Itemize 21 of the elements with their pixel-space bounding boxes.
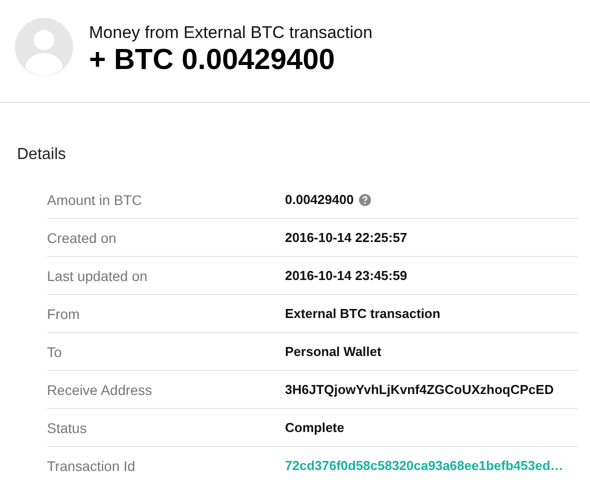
detail-label: Status (47, 420, 88, 436)
detail-value: Personal Wallet (285, 344, 382, 359)
avatar-icon (15, 18, 73, 76)
detail-value: Complete (285, 420, 344, 435)
detail-value: 2016-10-14 22:25:57 (285, 230, 408, 245)
detail-label: Amount in BTC (47, 192, 143, 208)
help-icon[interactable] (358, 194, 371, 206)
detail-label: Last updated on (47, 268, 148, 284)
detail-label: Transaction Id (47, 458, 136, 474)
detail-value: 3H6JTQjowYvhLjKvnf4ZGCoUXzhoqCPcED (285, 382, 554, 397)
transaction-amount: + BTC 0.00429400 (89, 44, 336, 76)
detail-label: From (47, 306, 81, 322)
detail-value: External BTC transaction (285, 306, 440, 321)
detail-value: 0.00429400 (285, 192, 354, 207)
detail-value: 2016-10-14 23:45:59 (285, 268, 408, 283)
transaction-title: Money from External BTC transaction (89, 22, 372, 44)
section-heading: Details (16, 145, 67, 164)
detail-label: To (47, 344, 63, 360)
detail-label: Created on (47, 230, 118, 246)
transaction-link[interactable]: 72cd376f0d58c58320ca93a68ee1befb453ed… (285, 458, 564, 473)
detail-label: Receive Address (47, 382, 154, 398)
